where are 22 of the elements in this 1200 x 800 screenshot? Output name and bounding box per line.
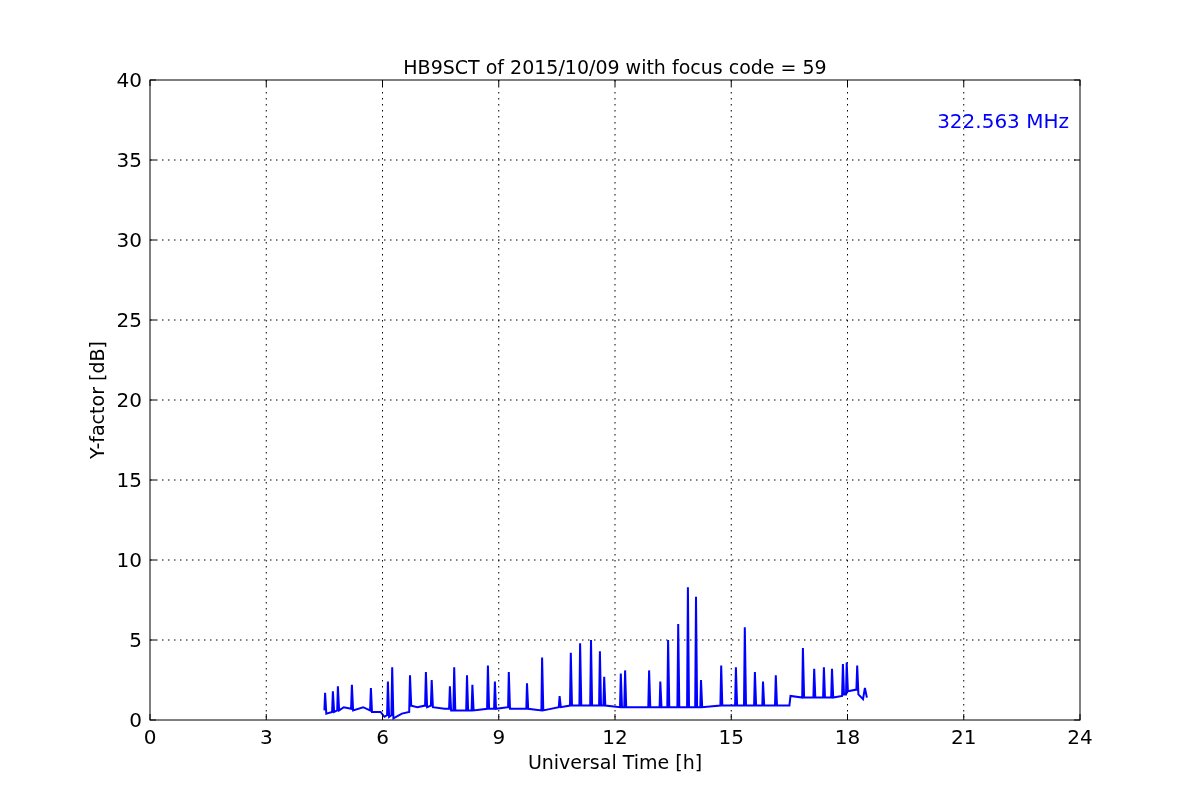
y-tick-label: 20 xyxy=(116,388,142,412)
y-tick-label: 0 xyxy=(129,708,142,732)
y-tick-label: 15 xyxy=(116,468,142,492)
x-tick-label: 24 xyxy=(1067,725,1093,749)
x-axis-label: Universal Time [h] xyxy=(527,751,703,773)
y-tick-label: 40 xyxy=(116,68,142,92)
chart-title: HB9SCT of 2015/10/09 with focus code = 59 xyxy=(403,56,827,78)
x-tick-label: 18 xyxy=(834,725,861,749)
y-tick-label: 25 xyxy=(116,308,142,332)
y-axis-label: Y-factor [dB] xyxy=(86,341,108,459)
x-tick-label: 15 xyxy=(718,725,744,749)
frequency-label: 322.563 MHz xyxy=(937,109,1069,133)
x-tick-label: 0 xyxy=(143,725,157,749)
x-tick-label: 3 xyxy=(259,725,273,749)
y-tick-label: 10 xyxy=(116,548,142,572)
x-tick-label: 6 xyxy=(376,725,389,749)
x-tick-label: 9 xyxy=(492,725,506,749)
x-tick-label: 12 xyxy=(602,725,628,749)
y-tick-label: 35 xyxy=(116,148,142,172)
y-tick-label: 5 xyxy=(129,628,142,652)
y-tick-label: 30 xyxy=(116,228,142,252)
x-tick-label: 21 xyxy=(951,725,977,749)
